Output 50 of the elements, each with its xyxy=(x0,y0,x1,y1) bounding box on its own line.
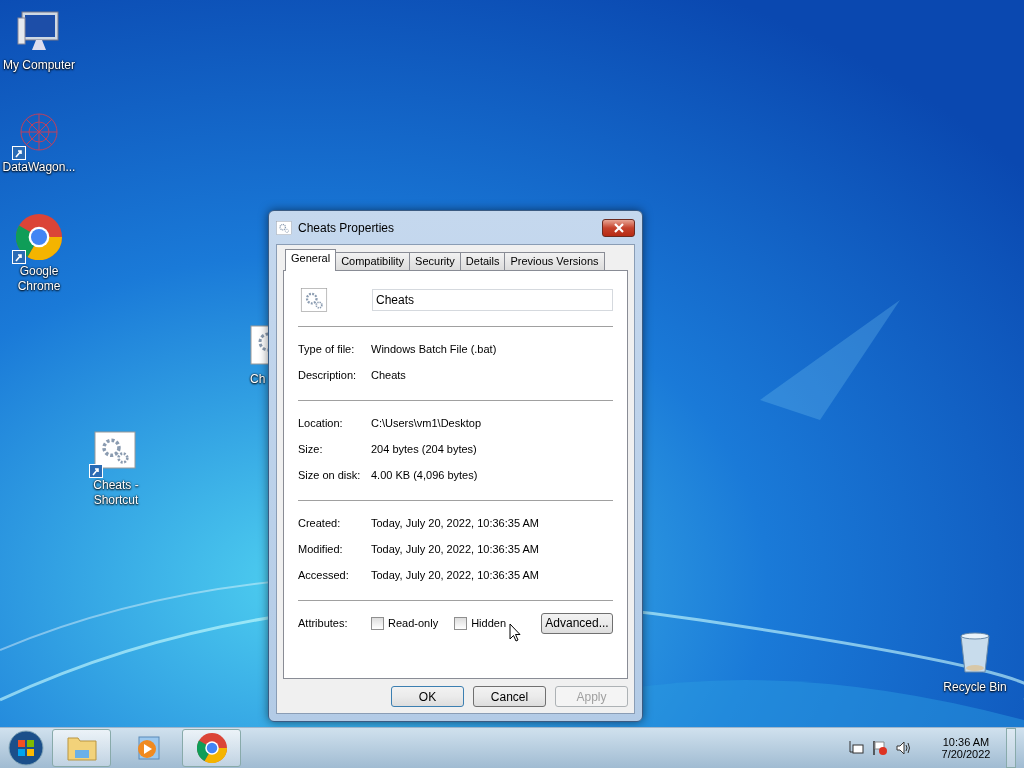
taskbar-item[interactable] xyxy=(182,729,241,767)
property-value: Today, July 20, 2022, 10:36:35 AM xyxy=(371,517,539,529)
property-value: 204 bytes (204 bytes) xyxy=(371,443,477,455)
icon-label[interactable]: Recycle Bin xyxy=(943,680,1007,695)
gear-file-icon xyxy=(250,322,268,368)
close-button[interactable] xyxy=(602,218,635,237)
advanced-button[interactable]: Advanced... xyxy=(541,612,613,634)
chrome-icon xyxy=(196,733,227,763)
clock[interactable]: 10:36 AM 7/20/2022 xyxy=(934,736,998,760)
property-label: Created: xyxy=(298,517,342,529)
property-label: Description: xyxy=(298,369,358,381)
flag-icon[interactable] xyxy=(872,740,888,756)
property-label: Attributes: xyxy=(298,617,349,629)
tab[interactable]: Previous Versions xyxy=(504,252,605,271)
show-desktop-button[interactable] xyxy=(1006,728,1016,768)
tab[interactable]: Details xyxy=(459,252,506,271)
property-label: Modified: xyxy=(298,543,344,555)
window-title: Cheats Properties xyxy=(298,220,396,235)
property-label: Size on disk: xyxy=(298,469,362,481)
file-name-field[interactable]: Cheats xyxy=(372,289,613,311)
dialog-button[interactable]: OK xyxy=(391,686,464,707)
property-value: Cheats xyxy=(371,369,406,381)
checkbox[interactable] xyxy=(454,616,468,630)
tab[interactable]: Security xyxy=(409,252,461,271)
property-value: Today, July 20, 2022, 10:36:35 AM xyxy=(371,569,539,581)
icon-label[interactable]: Google Chrome xyxy=(0,264,78,294)
property-value: Today, July 20, 2022, 10:36:35 AM xyxy=(371,543,539,555)
checkbox-label[interactable]: Hidden xyxy=(471,617,506,629)
volume-icon[interactable] xyxy=(896,740,912,756)
checkbox-label[interactable]: Read-only xyxy=(388,617,439,629)
gear-file-icon xyxy=(298,286,330,314)
property-label: Location: xyxy=(298,417,344,429)
checkbox[interactable] xyxy=(371,616,384,630)
property-value: Windows Batch File (.bat) xyxy=(371,343,497,355)
network-icon[interactable] xyxy=(848,740,864,756)
tab[interactable]: Compatibility xyxy=(335,252,411,271)
property-label: Type of file: xyxy=(298,343,356,355)
dialog-button[interactable]: Cancel xyxy=(473,686,546,707)
gear-file-icon xyxy=(276,219,292,236)
icon-label[interactable]: My Computer xyxy=(3,58,75,73)
mouse-cursor-icon xyxy=(509,623,521,642)
property-label: Accessed: xyxy=(298,569,350,581)
folder-icon xyxy=(65,734,98,762)
property-label: Size: xyxy=(298,443,324,455)
icon-label[interactable]: DataWagon... xyxy=(2,160,76,175)
close-icon xyxy=(613,222,624,233)
property-value: C:\Users\vm1\Desktop xyxy=(371,417,482,429)
property-value: 4.00 KB (4,096 bytes) xyxy=(371,469,478,481)
chrome-icon xyxy=(16,214,62,260)
tab[interactable]: General xyxy=(285,249,337,271)
